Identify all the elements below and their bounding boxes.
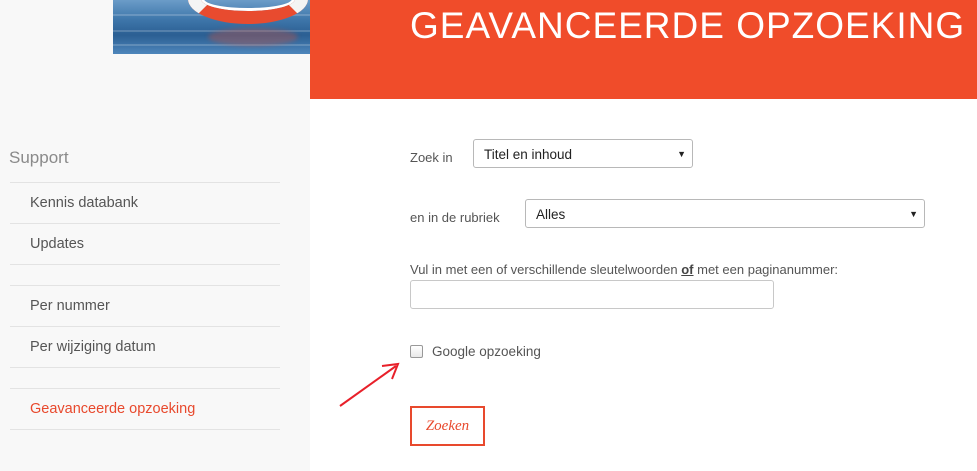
divider	[10, 285, 280, 286]
sidebar-item-geavanceerde-opzoeking[interactable]: Geavanceerde opzoeking	[30, 401, 195, 417]
triangle-down-icon: ▼	[677, 149, 686, 159]
sidebar-heading: Support	[9, 148, 69, 167]
divider	[10, 429, 280, 430]
divider	[10, 223, 280, 224]
keywords-label-or: of	[681, 262, 694, 277]
lifebuoy-stripes	[188, 0, 308, 24]
keywords-input[interactable]	[410, 280, 774, 309]
red-arrow-icon	[339, 362, 400, 407]
page-title: GEAVANCEERDE OPZOEKING	[410, 5, 966, 46]
search-in-select-value: Titel en inhoud	[484, 147, 573, 162]
category-label: en in de rubriek	[410, 210, 500, 225]
keywords-label-text-end: met een paginanummer:	[693, 262, 839, 277]
divider	[10, 367, 280, 368]
keywords-label: Vul in met een of verschillende sleutelw…	[410, 262, 838, 277]
google-search-checkbox[interactable]	[410, 345, 423, 358]
search-in-select[interactable]: Titel en inhoud ▼	[473, 139, 693, 168]
divider	[10, 388, 280, 389]
category-select-value: Alles	[536, 207, 566, 222]
search-submit-button[interactable]: Zoeken	[410, 406, 485, 446]
divider	[10, 182, 280, 183]
sidebar-item-per-nummer[interactable]: Per nummer	[30, 298, 110, 314]
sidebar-item-updates[interactable]: Updates	[30, 236, 84, 252]
triangle-down-icon: ▼	[909, 209, 918, 219]
category-select[interactable]: Alles ▼	[525, 199, 925, 228]
lifebuoy-reflection	[208, 28, 298, 46]
divider	[10, 326, 280, 327]
search-in-label: Zoek in	[410, 150, 453, 165]
keywords-label-text: Vul in met een of verschillende sleutelw…	[410, 262, 682, 277]
sidebar-item-kennis-databank[interactable]: Kennis databank	[30, 195, 138, 211]
arrow-shaft	[339, 365, 397, 407]
water-wave	[113, 44, 310, 46]
lifebuoy-banner-image	[113, 0, 310, 54]
google-search-label[interactable]: Google opzoeking	[432, 344, 541, 359]
sidebar-item-per-wijziging-datum[interactable]: Per wijziging datum	[30, 339, 156, 355]
page-header: GEAVANCEERDE OPZOEKING	[310, 0, 977, 99]
divider	[10, 264, 280, 265]
